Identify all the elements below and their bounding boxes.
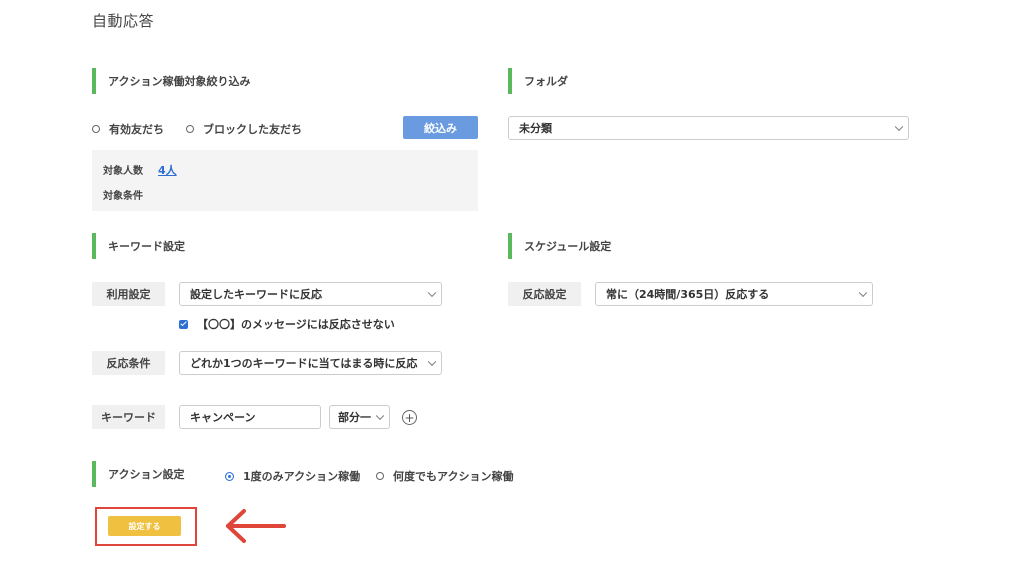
chevron-down-icon xyxy=(894,122,904,132)
submit-button[interactable]: 設定する xyxy=(108,516,181,536)
action-heading-text: アクション設定 xyxy=(108,468,185,481)
ignore-message-label: 【〇〇】のメッセージには反応させない xyxy=(197,318,395,331)
add-keyword-icon[interactable]: + xyxy=(402,410,417,425)
schedule-heading-text: スケジュール設定 xyxy=(524,240,612,253)
radio-selected-icon xyxy=(225,471,234,481)
response-setting-value: 常に（24時間/365日）反応する xyxy=(606,288,770,301)
condition-label: 反応条件 xyxy=(92,351,165,375)
checkbox-checked-icon xyxy=(179,319,188,329)
keyword-heading-text: キーワード設定 xyxy=(108,240,185,253)
section-accent-bar xyxy=(508,233,512,259)
chevron-down-icon xyxy=(858,288,868,298)
usage-select-value: 設定したキーワードに反応 xyxy=(190,288,322,301)
match-type-value: 部分一 xyxy=(338,411,371,424)
folder-section-heading: フォルダ xyxy=(508,68,568,94)
page-title: 自動応答 xyxy=(92,12,155,30)
radio-blocked-friends-label: ブロックした友だち xyxy=(203,123,302,136)
radio-action-once-label: 1度のみアクション稼働 xyxy=(243,470,361,483)
filter-button[interactable]: 絞込み xyxy=(403,116,478,139)
section-accent-bar xyxy=(92,461,96,487)
radio-active-friends-label: 有効友だち xyxy=(109,123,164,136)
ignore-message-checkbox[interactable]: 【〇〇】のメッセージには反応させない xyxy=(179,316,395,332)
keyword-input[interactable]: キャンペーン xyxy=(179,405,321,429)
chevron-down-icon xyxy=(375,411,385,421)
target-summary-box xyxy=(92,150,478,211)
filter-section-heading: アクション稼働対象絞り込み xyxy=(92,68,250,94)
section-accent-bar xyxy=(508,68,512,94)
folder-select[interactable]: 未分類 xyxy=(508,116,909,140)
response-setting-select[interactable]: 常に（24時間/365日）反応する xyxy=(595,282,873,306)
folder-heading-text: フォルダ xyxy=(524,75,568,88)
radio-active-friends[interactable]: 有効友だち xyxy=(92,121,164,137)
target-count-link[interactable]: 4人 xyxy=(158,162,177,178)
chevron-down-icon xyxy=(427,357,437,367)
condition-select[interactable]: どれか1つのキーワードに当てはまる時に反応 xyxy=(179,351,442,375)
response-setting-label: 反応設定 xyxy=(508,282,581,306)
match-type-select[interactable]: 部分一 xyxy=(329,405,390,429)
target-count-label: 対象人数 xyxy=(103,166,143,177)
filter-heading-text: アクション稼働対象絞り込み xyxy=(108,75,251,88)
radio-blocked-friends[interactable]: ブロックした友だち xyxy=(186,121,302,137)
condition-select-value: どれか1つのキーワードに当てはまる時に反応 xyxy=(190,357,418,370)
radio-action-once[interactable]: 1度のみアクション稼働 xyxy=(225,468,360,484)
chevron-down-icon xyxy=(427,288,437,298)
section-accent-bar xyxy=(92,233,96,259)
schedule-section-heading: スケジュール設定 xyxy=(508,233,611,259)
keyword-section-heading: キーワード設定 xyxy=(92,233,185,259)
folder-select-value: 未分類 xyxy=(519,122,552,135)
arrow-left-icon xyxy=(226,509,286,543)
action-section-heading: アクション設定 xyxy=(92,461,184,487)
radio-circle-icon xyxy=(92,125,100,133)
radio-circle-icon xyxy=(376,472,384,480)
radio-action-always-label: 何度でもアクション稼働 xyxy=(393,470,514,483)
radio-circle-icon xyxy=(186,125,194,133)
usage-select[interactable]: 設定したキーワードに反応 xyxy=(179,282,442,306)
keyword-label: キーワード xyxy=(92,405,165,429)
keyword-input-value: キャンペーン xyxy=(190,411,256,424)
usage-label: 利用設定 xyxy=(92,282,165,306)
section-accent-bar xyxy=(92,68,96,94)
target-condition-label: 対象条件 xyxy=(103,191,143,202)
radio-action-always[interactable]: 何度でもアクション稼働 xyxy=(376,468,513,484)
